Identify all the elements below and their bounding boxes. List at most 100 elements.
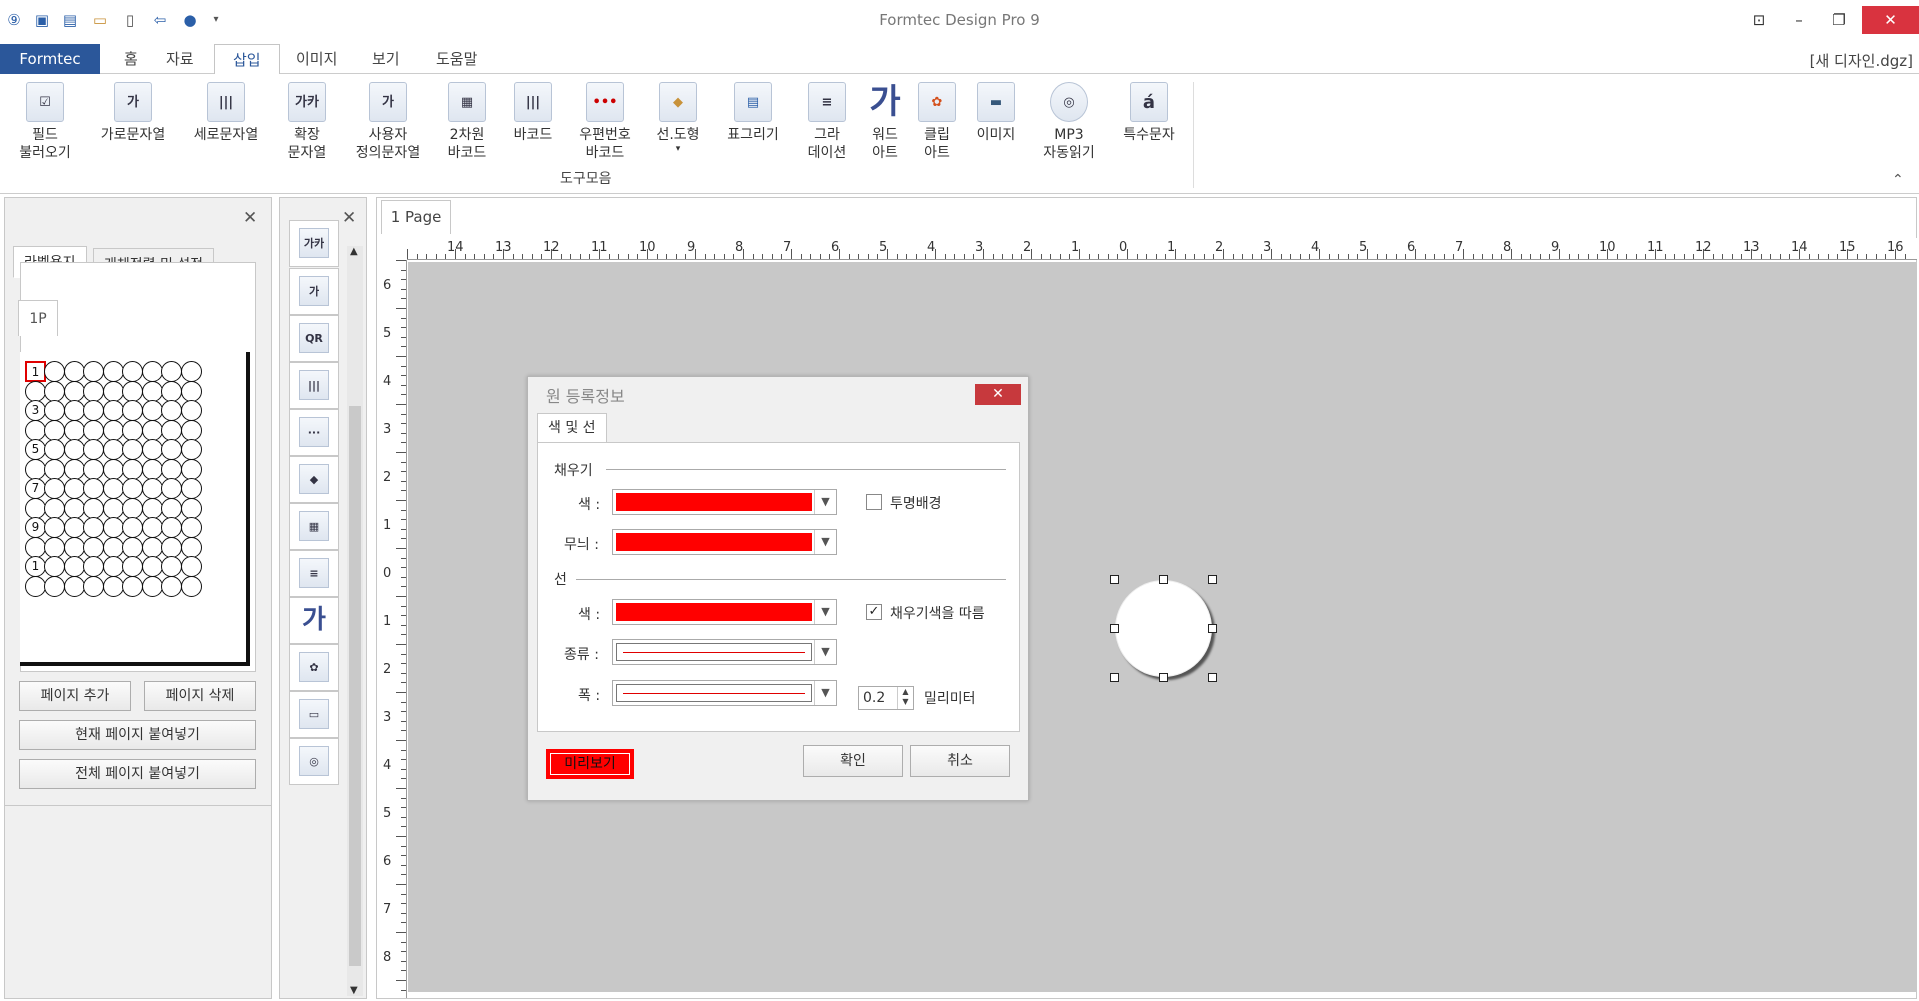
cancel-button[interactable]: 취소: [910, 745, 1010, 777]
tab-color-and-line[interactable]: 색 및 선: [537, 413, 607, 443]
label-cell[interactable]: [103, 517, 124, 538]
label-cell[interactable]: [83, 497, 104, 519]
tab-data[interactable]: 자료: [148, 44, 212, 74]
label-cell[interactable]: [181, 400, 202, 421]
tab-help[interactable]: 도움말: [418, 44, 495, 74]
postal-barcode-button[interactable]: ••• 우편번호 바코드: [570, 82, 640, 162]
label-cell[interactable]: [25, 419, 46, 441]
label-cell[interactable]: [142, 439, 163, 460]
label-cell[interactable]: [161, 478, 182, 499]
label-cell[interactable]: [83, 361, 104, 382]
label-cell[interactable]: [64, 478, 85, 499]
label-cell[interactable]: [64, 419, 85, 441]
label-cell[interactable]: [64, 536, 85, 558]
label-cell[interactable]: [181, 419, 202, 441]
label-cell[interactable]: 9: [25, 517, 46, 538]
label-cell[interactable]: [103, 536, 124, 558]
label-cell[interactable]: [64, 517, 85, 538]
label-cell[interactable]: [142, 361, 163, 382]
tab-view[interactable]: 보기: [354, 44, 418, 74]
add-page-button[interactable]: 페이지 추가: [19, 681, 131, 711]
clipart-button[interactable]: ✿ 클립 아트: [914, 82, 960, 162]
label-cell[interactable]: [83, 517, 104, 538]
label-cell[interactable]: [122, 380, 143, 402]
label-cell[interactable]: [103, 556, 124, 577]
scroll-down-icon[interactable]: ▼: [350, 985, 358, 996]
label-cell[interactable]: [64, 380, 85, 402]
label-cell[interactable]: [122, 400, 143, 421]
label-cell[interactable]: [103, 419, 124, 441]
label-cell[interactable]: [122, 478, 143, 499]
label-cell[interactable]: [181, 361, 202, 382]
label-cell[interactable]: [83, 419, 104, 441]
label-cell[interactable]: [161, 575, 182, 597]
toolbox-tool[interactable]: QR: [289, 315, 339, 362]
label-cell[interactable]: [142, 400, 163, 421]
label-cell[interactable]: [161, 439, 182, 460]
tab-insert[interactable]: 삽입: [214, 44, 280, 75]
label-cell[interactable]: [103, 400, 124, 421]
preview-button[interactable]: 미리보기: [546, 749, 634, 779]
label-cell[interactable]: [64, 458, 85, 480]
table-button[interactable]: ▤ 표그리기: [718, 82, 788, 144]
label-cell[interactable]: [161, 497, 182, 519]
label-cell[interactable]: [64, 361, 85, 382]
label-cell[interactable]: [103, 380, 124, 402]
follow-fill-checkbox[interactable]: ✓: [866, 604, 882, 620]
line-color-select[interactable]: ▼: [612, 599, 837, 625]
circle-object[interactable]: [1110, 575, 1217, 682]
vertical-text-button[interactable]: ||| 세로문자열: [186, 82, 266, 144]
label-cell[interactable]: [44, 380, 65, 402]
dialog-close-button[interactable]: ✕: [975, 384, 1021, 405]
label-cell[interactable]: [142, 536, 163, 558]
barcode-button[interactable]: ||| 바코드: [506, 82, 560, 144]
label-cell[interactable]: [103, 439, 124, 460]
label-cell[interactable]: [142, 497, 163, 519]
page-tab-1p[interactable]: 1P: [18, 300, 58, 336]
label-cell[interactable]: [64, 575, 85, 597]
label-cell[interactable]: [64, 497, 85, 519]
special-char-button[interactable]: á 특수문자: [1114, 82, 1184, 144]
paste-all-pages-button[interactable]: 전체 페이지 붙여넣기: [19, 759, 256, 789]
label-cell[interactable]: [103, 478, 124, 499]
resize-handle-sw[interactable]: [1110, 673, 1119, 682]
label-cell[interactable]: [161, 380, 182, 402]
label-cell[interactable]: [181, 536, 202, 558]
label-cell[interactable]: [83, 536, 104, 558]
pattern-select[interactable]: ▼: [612, 529, 837, 555]
label-cell[interactable]: 3: [25, 400, 46, 421]
label-cell-selected[interactable]: 1: [25, 361, 46, 382]
toolbox-close-icon[interactable]: ✕: [342, 208, 356, 228]
circle-shape[interactable]: [1115, 580, 1212, 677]
label-cell[interactable]: 5: [25, 439, 46, 460]
tab-formtec[interactable]: Formtec: [0, 44, 100, 74]
label-cell[interactable]: [44, 478, 65, 499]
toolbox-tool[interactable]: 가: [289, 268, 339, 315]
transparent-bg-checkbox[interactable]: [866, 494, 882, 510]
label-cell[interactable]: [161, 556, 182, 577]
label-cell[interactable]: [83, 575, 104, 597]
left-panel-close-icon[interactable]: ✕: [243, 208, 257, 228]
toolbox-scroll-thumb[interactable]: [349, 406, 361, 966]
label-cell[interactable]: [64, 439, 85, 460]
label-cell[interactable]: [161, 361, 182, 382]
toolbox-scrollbar[interactable]: ▲ ▼: [347, 246, 363, 996]
label-cell[interactable]: [181, 497, 202, 519]
qr-code-button[interactable]: ▦ 2차원 바코드: [440, 82, 494, 162]
label-cell[interactable]: [142, 458, 163, 480]
label-cell[interactable]: [83, 458, 104, 480]
label-cell[interactable]: [103, 575, 124, 597]
label-cell[interactable]: [44, 419, 65, 441]
image-button[interactable]: ▬ 이미지: [970, 82, 1022, 144]
label-cell[interactable]: [122, 361, 143, 382]
resize-handle-nw[interactable]: [1110, 575, 1119, 584]
label-cell[interactable]: [44, 458, 65, 480]
field-load-button[interactable]: ☑ 필드 불러오기: [12, 82, 78, 162]
resize-handle-s[interactable]: [1159, 673, 1168, 682]
resize-handle-e[interactable]: [1208, 624, 1217, 633]
custom-text-button[interactable]: 가 사용자 정의문자열: [346, 82, 430, 162]
label-cell[interactable]: [44, 575, 65, 597]
toolbox-tool[interactable]: ◎: [289, 738, 339, 785]
label-cell[interactable]: [83, 556, 104, 577]
close-window-button[interactable]: ✕: [1862, 6, 1919, 34]
